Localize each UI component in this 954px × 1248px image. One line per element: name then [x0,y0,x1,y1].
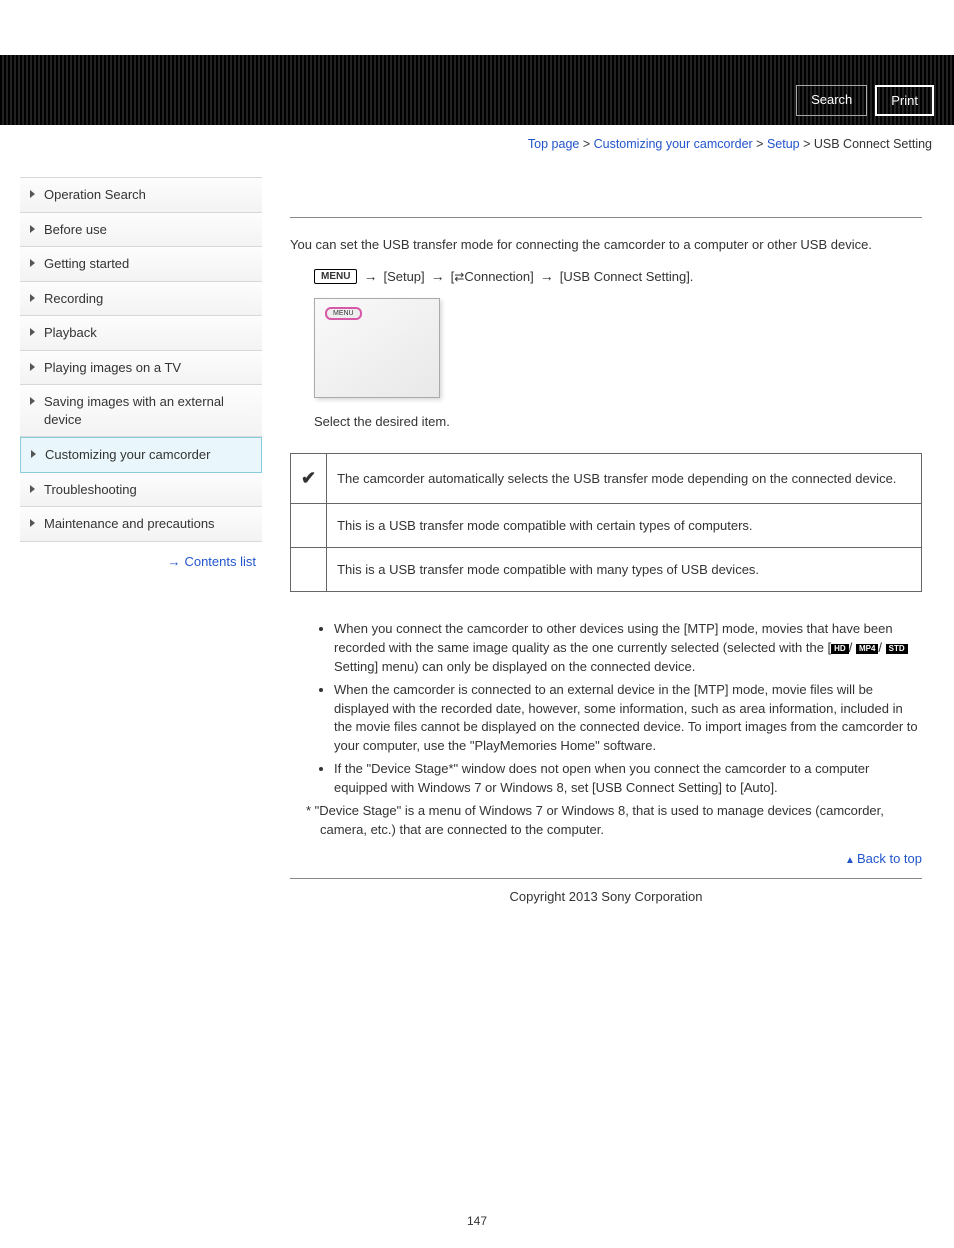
sidebar-item-getting-started[interactable]: Getting started [20,247,262,282]
mode-mtp-desc: This is a USB transfer mode compatible w… [327,504,922,548]
breadcrumb: Top page > Customizing your camcorder > … [0,125,954,159]
triangle-up-icon: ▲ [845,855,855,866]
mode-table: ✔ The camcorder automatically selects th… [290,453,922,592]
intro-text: You can set the USB transfer mode for co… [290,236,922,254]
arrow-icon: → [363,268,377,284]
sidebar: Operation Search Before use Getting star… [20,159,262,954]
back-to-top: ▲Back to top [290,839,922,879]
sidebar-item-operation-search[interactable]: Operation Search [20,178,262,213]
notes-section: When you connect the camcorder to other … [290,620,922,839]
device-illustration: MENU [314,298,440,398]
menu-icon: MENU [314,269,357,284]
search-button[interactable]: Search [796,85,867,116]
menu-path: MENU → [Setup] → [⇄Connection] → [USB Co… [314,268,922,284]
sidebar-item-saving-external[interactable]: Saving images with an external device [20,385,262,437]
contents-list-link[interactable]: Contents list [184,554,256,569]
sidebar-item-recording[interactable]: Recording [20,282,262,317]
step-setup: [Setup] [383,269,424,284]
header-bar: Search Print [0,55,954,125]
arrow-right-icon: → [167,554,180,569]
footer-copyright: Copyright 2013 Sony Corporation [290,879,922,934]
breadcrumb-current: USB Connect Setting [814,137,932,151]
sidebar-item-before-use[interactable]: Before use [20,213,262,248]
note-item: When you connect the camcorder to other … [334,620,922,677]
std-format-icon: STD [886,644,908,654]
breadcrumb-customizing[interactable]: Customizing your camcorder [594,137,753,151]
mode-auto-desc: The camcorder automatically selects the … [327,454,922,504]
table-row: ✔ The camcorder automatically selects th… [291,454,922,504]
breadcrumb-setup[interactable]: Setup [767,137,800,151]
mp4-format-icon: MP4 [856,644,878,654]
back-to-top-link[interactable]: Back to top [857,851,922,866]
step-final: [USB Connect Setting]. [560,269,694,284]
note-item: When the camcorder is connected to an ex… [334,681,922,756]
hd-format-icon: HD [831,644,849,654]
sidebar-item-playback[interactable]: Playback [20,316,262,351]
sidebar-item-customizing[interactable]: Customizing your camcorder [20,437,262,473]
select-instruction: Select the desired item. [314,414,922,429]
breadcrumb-top[interactable]: Top page [528,137,579,151]
sidebar-item-playing-tv[interactable]: Playing images on a TV [20,351,262,386]
arrow-icon: → [540,268,554,284]
table-row: This is a USB transfer mode compatible w… [291,504,922,548]
mode-mass-desc: This is a USB transfer mode compatible w… [327,548,922,592]
arrow-icon: → [431,268,445,284]
step-connection: Connection] [464,269,533,284]
sidebar-item-maintenance[interactable]: Maintenance and precautions [20,507,262,542]
note-item: If the "Device Stage*" window does not o… [334,760,922,798]
table-row: This is a USB transfer mode compatible w… [291,548,922,592]
main-content: You can set the USB transfer mode for co… [262,159,934,954]
page-number: 147 [0,954,954,1248]
footnote: * "Device Stage" is a menu of Windows 7 … [298,802,922,840]
title-divider [290,217,922,218]
check-icon: ✔ [291,454,327,504]
connection-icon: ⇄ [454,270,464,284]
print-button[interactable]: Print [875,85,934,116]
sidebar-item-troubleshooting[interactable]: Troubleshooting [20,473,262,508]
device-menu-highlight: MENU [325,307,362,320]
